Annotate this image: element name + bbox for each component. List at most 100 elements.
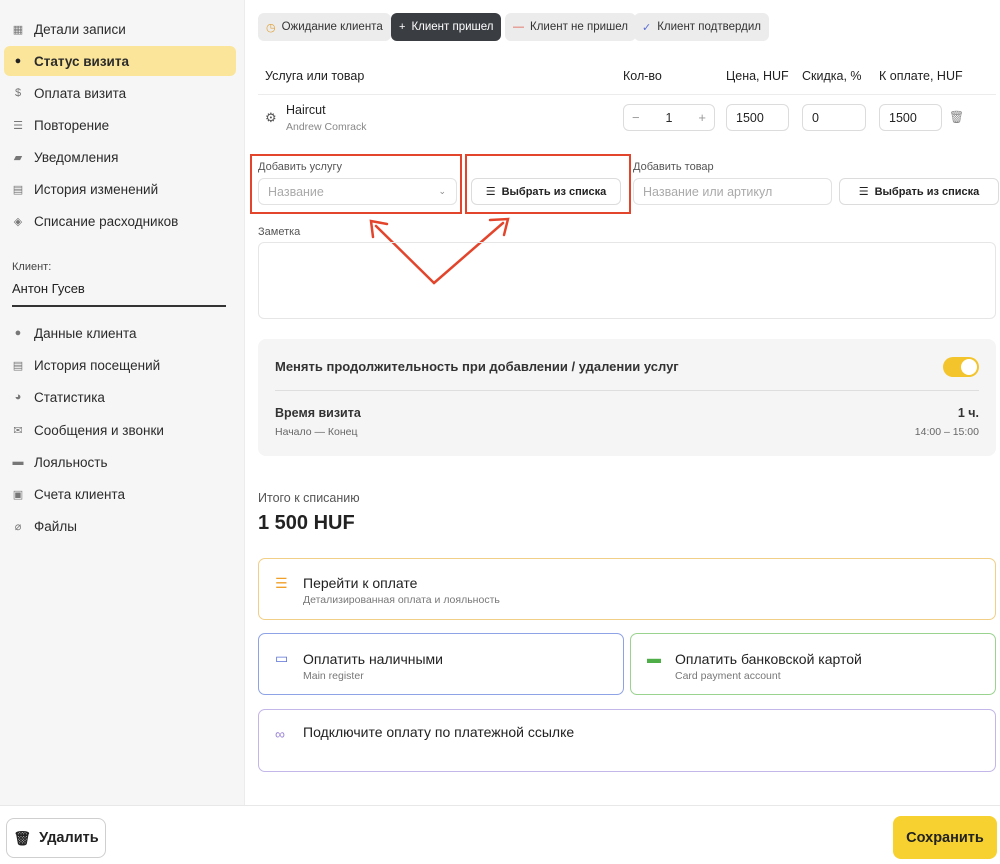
list-icon: ☰: [858, 186, 869, 198]
quantity-stepper[interactable]: − 1 +: [623, 104, 715, 131]
sidebar-item-record-details[interactable]: ▦ Детали записи: [4, 14, 236, 44]
client-underline: [12, 305, 226, 307]
payment-subtitle: Main register: [303, 670, 364, 682]
pay-cash-button[interactable]: ▭ Оплатить наличными Main register: [258, 633, 624, 695]
trash-icon[interactable]: 🗑: [949, 110, 964, 124]
sidebar-item-messages[interactable]: ✉ Сообщения и звонки: [4, 415, 236, 445]
quantity-value: 1: [665, 110, 673, 125]
duration-toggle-label: Менять продолжительность при добавлении …: [275, 359, 679, 374]
button-label: Выбрать из списка: [874, 185, 980, 198]
product-input-placeholder: Название или артикул: [643, 184, 773, 199]
sidebar-item-label: Оплата визита: [34, 85, 127, 101]
add-product-label: Добавить товар: [633, 161, 714, 173]
sidebar-item-statistics[interactable]: ◕ Статистика: [4, 382, 236, 412]
sidebar-item-label: Лояльность: [34, 454, 108, 470]
wallet-icon: ▭: [275, 650, 289, 666]
sidebar-item-files[interactable]: ⌀ Файлы: [4, 511, 236, 541]
sidebar-item-label: История посещений: [34, 357, 161, 373]
client-name: Антон Гусев: [12, 281, 85, 296]
calendar-icon: ▦: [12, 23, 24, 36]
status-chip-arrived[interactable]: + Клиент пришел: [391, 13, 502, 41]
chip-label: Клиент пришел: [411, 21, 494, 33]
clock-icon: ●: [14, 55, 22, 67]
credit-card-icon: ▬: [647, 650, 661, 666]
header-qty: Кол-во: [623, 69, 662, 83]
sidebar-item-consumables[interactable]: ◈ Списание расходников: [4, 206, 236, 236]
service-name: Haircut: [286, 103, 326, 117]
plus-icon[interactable]: +: [698, 110, 706, 125]
sidebar-item-label: Статистика: [34, 389, 105, 405]
status-chip-confirmed[interactable]: ✓ Клиент подтвердил: [634, 13, 769, 41]
discount-input[interactable]: 0: [802, 104, 866, 131]
status-chip-no-show[interactable]: — Клиент не пришел: [505, 13, 636, 41]
product-search-input[interactable]: Название или артикул: [633, 178, 832, 205]
total-input[interactable]: 1500: [879, 104, 942, 131]
card-icon: ▬: [12, 456, 24, 468]
chip-label: Ожидание клиента: [281, 21, 383, 33]
pie-chart-icon: ◕: [14, 391, 22, 403]
check-icon: ✓: [642, 21, 652, 34]
price-input[interactable]: 1500: [726, 104, 789, 131]
sidebar-item-notifications[interactable]: ▰ Уведомления: [4, 142, 236, 172]
dollar-icon: $: [14, 87, 22, 99]
header-discount: Скидка, %: [802, 69, 862, 83]
document-icon: ▤: [12, 183, 24, 196]
minus-icon: —: [513, 21, 524, 33]
header-service: Услуга или товар: [265, 69, 365, 83]
note-label: Заметка: [258, 226, 301, 238]
list-icon: ☰: [13, 119, 23, 132]
sidebar-item-visit-payment[interactable]: $ Оплата визита: [4, 78, 236, 108]
payment-link-button[interactable]: ∞ Подключите оплату по платежной ссылке: [258, 709, 996, 772]
paperclip-icon: ⌀: [14, 520, 22, 533]
pay-card-button[interactable]: ▬ Оплатить банковской картой Card paymen…: [630, 633, 996, 695]
payment-title: Оплатить наличными: [303, 651, 443, 667]
history-icon: ▤: [12, 359, 24, 372]
sidebar-item-visit-status[interactable]: ● Статус визита: [4, 46, 236, 76]
sidebar-item-loyalty[interactable]: ▬ Лояльность: [4, 447, 236, 477]
payment-subtitle: Card payment account: [675, 670, 781, 682]
sidebar-item-label: Детали записи: [34, 21, 126, 37]
chip-label: Клиент не пришел: [530, 21, 628, 33]
chip-label: Клиент подтвердил: [657, 21, 761, 33]
visit-time-sub: Начало — Конец: [275, 426, 358, 438]
plus-icon: +: [399, 21, 406, 33]
bottom-bar: [0, 805, 1000, 864]
delete-button[interactable]: 🗑 Удалить: [6, 818, 106, 858]
minus-icon[interactable]: −: [632, 110, 640, 125]
payment-title: Оплатить банковской картой: [675, 651, 862, 667]
trash-icon: 🗑: [13, 829, 32, 846]
duration-toggle[interactable]: [943, 357, 979, 377]
total-label: Итого к списанию: [258, 491, 360, 505]
header-total: К оплате, HUF: [879, 69, 963, 83]
duration-card: [258, 339, 996, 456]
sidebar-item-history[interactable]: ▤ История изменений: [4, 174, 236, 204]
sidebar-item-label: Файлы: [34, 518, 77, 534]
go-to-payment-button[interactable]: ☰ Перейти к оплате Детализированная опла…: [258, 558, 996, 620]
delete-label: Удалить: [39, 830, 99, 846]
person-icon: ●: [14, 327, 22, 339]
product-choose-from-list-button[interactable]: ☰ Выбрать из списка: [839, 178, 999, 205]
sidebar-item-label: Счета клиента: [34, 486, 125, 502]
sidebar-item-repeat[interactable]: ☰ Повторение: [4, 110, 236, 140]
visit-time-title: Время визита: [275, 406, 361, 420]
save-button[interactable]: Сохранить: [893, 816, 997, 859]
divider: [275, 390, 979, 391]
sidebar-item-accounts[interactable]: ▣ Счета клиента: [4, 479, 236, 509]
note-textarea[interactable]: [258, 242, 996, 319]
payment-title: Подключите оплату по платежной ссылке: [303, 724, 575, 740]
sidebar-item-visit-history[interactable]: ▤ История посещений: [4, 350, 236, 380]
visit-time-range: 14:00 – 15:00: [914, 426, 979, 438]
sidebar-item-label: Сообщения и звонки: [34, 422, 164, 438]
chat-icon: ▰: [13, 151, 23, 164]
envelope-icon: ✉: [13, 424, 23, 437]
status-chip-waiting[interactable]: ◷ Ожидание клиента: [258, 13, 391, 41]
sidebar-item-label: Уведомления: [34, 149, 119, 165]
sidebar-item-client-data[interactable]: ● Данные клиента: [4, 318, 236, 348]
sidebar-item-label: История изменений: [34, 181, 159, 197]
boxes-icon: ◈: [13, 215, 23, 228]
gear-icon[interactable]: ⚙: [265, 110, 277, 126]
list-icon: ☰: [275, 575, 288, 591]
toggle-knob: [961, 359, 977, 375]
header-price: Цена, HUF: [726, 69, 789, 83]
payment-title: Перейти к оплате: [303, 575, 418, 591]
